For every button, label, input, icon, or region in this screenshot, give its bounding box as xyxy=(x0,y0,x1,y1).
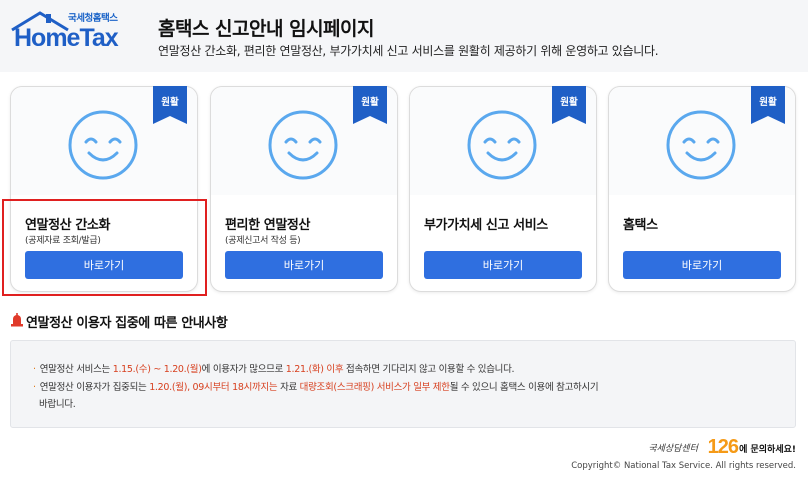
card-subtitle: (공제신고서 작성 등) xyxy=(225,236,301,246)
callcenter-number: 126 xyxy=(707,436,739,458)
bullet-icon: · xyxy=(33,364,36,375)
notice-title: 연말정산 이용자 집중에 따른 안내사항 xyxy=(26,316,228,331)
status-badge-label: 원활 xyxy=(560,97,578,108)
smile-icon xyxy=(268,110,338,180)
service-card-convenient-yearend: 원활 편리한 연말정산 (공제신고서 작성 등) 바로가기 xyxy=(210,86,398,292)
notice-line-2: · 연말정산 이용자가 집중되는 1.20.(월), 09시부터 18시까지는 자… xyxy=(33,382,599,393)
go-button[interactable]: 바로가기 xyxy=(623,251,781,279)
status-badge-label: 원활 xyxy=(361,97,379,108)
go-button[interactable]: 바로가기 xyxy=(424,251,582,279)
page-title: 홈택스 신고안내 임시페이지 xyxy=(158,18,375,40)
bullet-icon: · xyxy=(33,382,36,393)
status-badge-label: 원활 xyxy=(759,97,777,108)
notice-box: · 연말정산 서비스는 1.15.(수) ~ 1.20.(월)에 이용자가 많으므… xyxy=(10,340,796,428)
service-card-vat-filing: 원활 부가가치세 신고 서비스 바로가기 xyxy=(409,86,597,292)
notice-line-1: · 연말정산 서비스는 1.15.(수) ~ 1.20.(월)에 이용자가 많으므… xyxy=(33,364,515,375)
logo-text: HomeTax xyxy=(14,24,119,52)
service-card-hometax: 원활 홈택스 바로가기 xyxy=(608,86,796,292)
copyright: Copyright© National Tax Service. All rig… xyxy=(571,461,796,471)
highlight-box xyxy=(2,199,207,296)
smile-icon xyxy=(666,110,736,180)
logo-subtitle: 국세청홈택스 xyxy=(68,13,118,24)
card-title: 홈택스 xyxy=(623,218,658,233)
header: 국세청홈택스 HomeTax 홈택스 신고안내 임시페이지 연말정산 간소화, … xyxy=(0,0,808,72)
siren-icon xyxy=(11,313,23,327)
callcenter-text: 에 문의하세요! xyxy=(739,445,796,455)
smile-icon xyxy=(68,110,138,180)
card-title: 부가가치세 신고 서비스 xyxy=(424,218,548,233)
hometax-logo[interactable]: 국세청홈택스 HomeTax xyxy=(10,10,134,62)
smile-icon xyxy=(467,110,537,180)
go-button[interactable]: 바로가기 xyxy=(225,251,383,279)
notice-line-3: 바랍니다. xyxy=(39,399,76,410)
status-badge-label: 원활 xyxy=(161,97,179,108)
card-title: 편리한 연말정산 xyxy=(225,218,311,233)
callcenter-label: 국세상담센터 xyxy=(648,444,698,454)
page-description: 연말정산 간소화, 편리한 연말정산, 부가가치세 신고 서비스를 원활히 제공… xyxy=(158,44,659,58)
